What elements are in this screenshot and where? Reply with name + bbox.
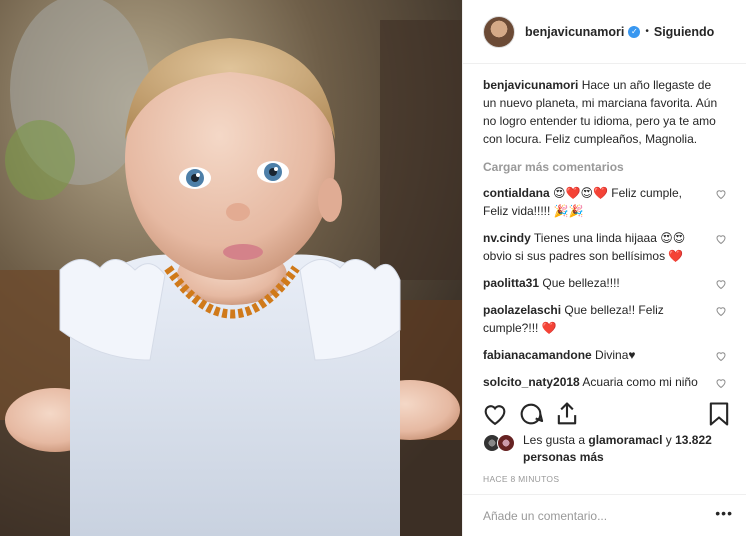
comments-list[interactable]: benjavicunamori Hace un año llegaste de … [483, 76, 727, 394]
instagram-post-modal: benjavicunamori ✓ • Siguiendo benjavicun… [0, 0, 746, 536]
comment-text: Divina♥ [595, 348, 636, 362]
share-icon[interactable] [553, 400, 581, 428]
comment-item: solcito_naty2018 Acuaria como mi niño qu… [483, 373, 727, 394]
liker-avatars [483, 434, 519, 454]
likes-mid: y [665, 433, 672, 447]
post-timestamp[interactable]: HACE 8 MINUTOS [483, 474, 559, 484]
following-button[interactable]: Siguiendo [654, 25, 714, 39]
comment-username[interactable]: paolitta31 [483, 276, 539, 290]
header-separator: • [645, 26, 649, 37]
post-side-panel: benjavicunamori ✓ • Siguiendo benjavicun… [462, 0, 746, 536]
comment-like-heart-icon[interactable] [715, 305, 727, 317]
author-avatar[interactable] [483, 15, 515, 48]
comment-username[interactable]: contialdana [483, 186, 550, 200]
verified-check-icon: ✓ [628, 25, 641, 38]
comment-bubble-icon[interactable] [517, 400, 545, 428]
liker-avatar[interactable] [497, 434, 515, 452]
comment-item: paolitta31 Que belleza!!!! [483, 274, 727, 292]
likes-user-link[interactable]: glamoramacl [588, 433, 662, 447]
post-photo[interactable] [0, 0, 462, 536]
more-options-button[interactable]: ••• [715, 505, 733, 521]
caption-username[interactable]: benjavicunamori [483, 78, 578, 92]
comment-item: fabianacamandone Divina♥ [483, 346, 727, 364]
comment-like-heart-icon[interactable] [715, 278, 727, 290]
baby-photo-illustration [0, 0, 462, 536]
heart-icon[interactable] [481, 400, 509, 428]
likes-summary: Les gusta a glamoramacl y 13.822 persona… [483, 432, 733, 468]
comment-username[interactable]: nv.cindy [483, 231, 531, 245]
post-caption: benjavicunamori Hace un año llegaste de … [483, 76, 727, 148]
comment-like-heart-icon[interactable] [715, 233, 727, 245]
comment-username[interactable]: solcito_naty2018 [483, 375, 580, 389]
comment-text: Que belleza!!!! [542, 276, 620, 290]
author-username[interactable]: benjavicunamori [525, 25, 624, 39]
bookmark-icon[interactable] [705, 400, 733, 428]
comment-like-heart-icon[interactable] [715, 188, 727, 200]
comment-username[interactable]: paolazelaschi [483, 303, 561, 317]
comment-like-heart-icon[interactable] [715, 377, 727, 389]
comment-item: nv.cindy Tienes una linda hijaaa 😍😍 obvi… [483, 229, 727, 265]
likes-text: Les gusta a glamoramacl y 13.822 persona… [523, 432, 723, 466]
add-comment-bar: ••• [463, 494, 746, 536]
post-header: benjavicunamori ✓ • Siguiendo [463, 0, 746, 64]
post-action-bar [481, 400, 733, 430]
load-more-comments-button[interactable]: Cargar más comentarios [483, 158, 727, 176]
likes-prefix: Les gusta a [523, 433, 586, 447]
comment-like-heart-icon[interactable] [715, 350, 727, 362]
comment-item: contialdana 😍❤️😍❤️ Feliz cumple, Feliz v… [483, 184, 727, 220]
comment-item: paolazelaschi Que belleza!! Feliz cumple… [483, 301, 727, 337]
add-comment-input[interactable] [483, 505, 693, 527]
comment-username[interactable]: fabianacamandone [483, 348, 592, 362]
